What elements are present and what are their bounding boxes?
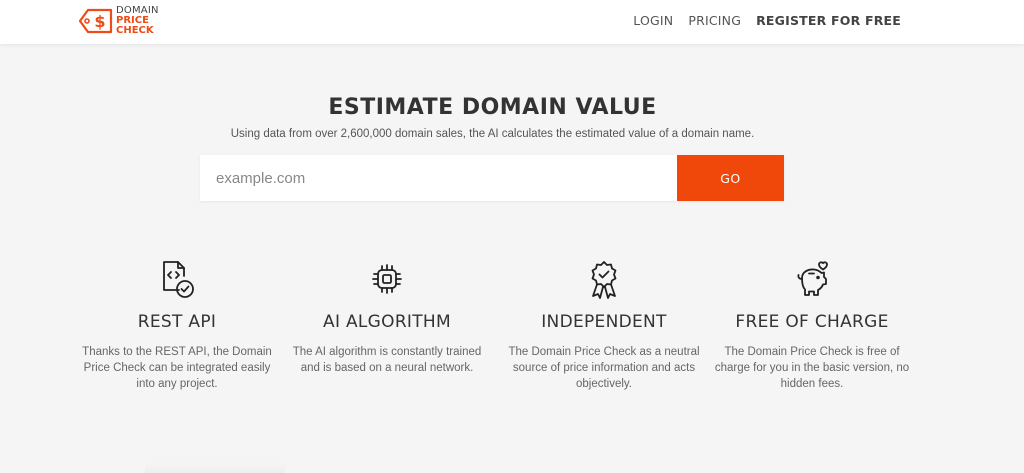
logo-line-3: CHECK xyxy=(116,25,154,36)
award-badge-icon xyxy=(591,261,617,299)
chip-icon xyxy=(372,264,402,294)
page-title: ESTIMATE DOMAIN VALUE xyxy=(328,95,657,120)
logo-text: DOMAIN PRICE CHECK xyxy=(116,6,159,36)
feature-title: INDEPENDENT xyxy=(541,312,667,332)
page-subtitle: Using data from over 2,600,000 domain sa… xyxy=(230,128,755,140)
price-tag-icon: $ xyxy=(78,8,113,34)
feature-title: FREE OF CHARGE xyxy=(735,312,889,332)
feature-text: The Domain Price Check is free of charge… xyxy=(714,346,910,390)
feature-independent: INDEPENDENT The Domain Price Check as a … xyxy=(499,258,709,392)
domain-input[interactable] xyxy=(200,155,677,201)
nav-pricing-link[interactable]: PRICING xyxy=(688,13,741,28)
nav-login-link[interactable]: LOGIN xyxy=(633,13,673,28)
feature-text: The Domain Price Check as a neutral sour… xyxy=(508,346,700,390)
feature-text: Thanks to the REST API, the Domain Price… xyxy=(82,346,272,390)
main-nav: LOGIN PRICING REGISTER FOR FREE xyxy=(633,0,901,40)
domain-search-form: GO xyxy=(200,155,784,201)
piggy-bank-heart-icon xyxy=(797,261,828,296)
feature-title: REST API xyxy=(137,312,217,332)
feature-ai-algorithm: AI ALGORITHM The AI algorithm is constan… xyxy=(282,258,492,376)
feature-text: The AI algorithm is constantly trained a… xyxy=(292,346,482,374)
feature-free-of-charge: FREE OF CHARGE The Domain Price Check is… xyxy=(707,258,917,392)
logo[interactable]: $ DOMAIN PRICE CHECK xyxy=(78,4,159,38)
decorative-card-edge xyxy=(145,462,285,473)
site-header: $ DOMAIN PRICE CHECK LOGIN PRICING REGIS… xyxy=(0,0,1024,44)
nav-register-link[interactable]: REGISTER FOR FREE xyxy=(756,13,901,28)
features-section: REST API Thanks to the REST API, the Dom… xyxy=(72,258,932,408)
api-document-icon xyxy=(163,261,194,298)
feature-title: AI ALGORITHM xyxy=(323,312,451,332)
feature-rest-api: REST API Thanks to the REST API, the Dom… xyxy=(72,258,282,392)
svg-text:$: $ xyxy=(94,12,105,31)
go-button[interactable]: GO xyxy=(677,155,784,201)
